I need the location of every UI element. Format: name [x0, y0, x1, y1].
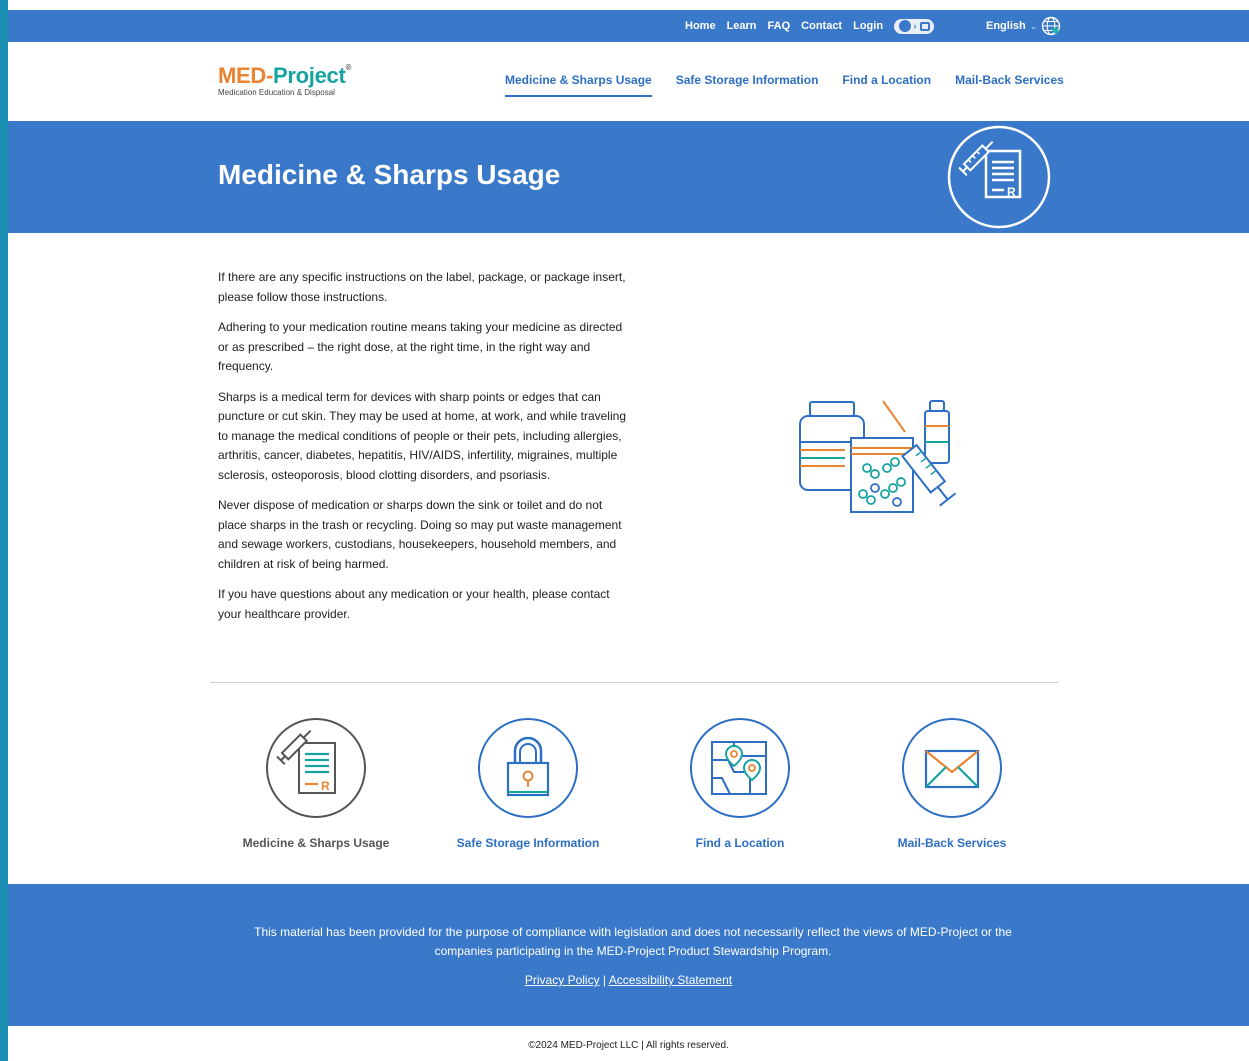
nav-medicine-sharps-usage[interactable]: Medicine & Sharps Usage [505, 73, 652, 97]
utility-nav: Home Learn FAQ Contact Login › [685, 10, 935, 42]
utility-link-home[interactable]: Home [685, 20, 716, 32]
nav-mail-back[interactable]: Mail-Back Services [955, 73, 1064, 97]
quick-links: R Medicine & Sharps Usage Safe Storage I… [210, 716, 1058, 856]
site-footer: This material has been provided for the … [8, 884, 1249, 1026]
main-content: If there are any specific instructions o… [218, 268, 630, 635]
site-header: MED-Project® Medication Education & Disp… [8, 42, 1249, 121]
nav-safe-storage[interactable]: Safe Storage Information [676, 73, 819, 97]
footer-disclaimer: This material has been provided for the … [254, 925, 1012, 958]
utility-link-login[interactable]: Login [853, 20, 883, 32]
footer-links: Privacy Policy | Accessibility Statement [8, 973, 1249, 987]
tile-label: Safe Storage Information [456, 836, 600, 850]
svg-text:R: R [321, 779, 330, 793]
page-title: Medicine & Sharps Usage [218, 159, 561, 190]
screen-icon [919, 21, 930, 31]
hero-banner: Medicine & Sharps Usage R [8, 121, 1249, 233]
main-nav: Medicine & Sharps Usage Safe Storage Inf… [505, 73, 1064, 97]
envelope-icon [902, 718, 1002, 818]
tile-mail-back[interactable]: Mail-Back Services [846, 716, 1058, 850]
svg-text:R: R [1007, 185, 1016, 199]
language-selector[interactable]: English ⌄ [986, 10, 1061, 42]
logo-subtitle: Medication Education & Disposal [218, 88, 335, 97]
syringe-prescription-icon: R [947, 125, 1051, 229]
tile-label: Find a Location [695, 836, 785, 850]
lock-icon [478, 718, 578, 818]
utility-link-learn[interactable]: Learn [727, 20, 757, 32]
logo-part-2: Project [273, 63, 346, 88]
utility-link-contact[interactable]: Contact [801, 20, 842, 32]
accessibility-person-icon [898, 20, 911, 32]
paragraph: Sharps is a medical term for devices wit… [218, 389, 626, 482]
paragraph: If you have questions about any medicati… [218, 587, 610, 621]
logo-wordmark: MED-Project® [218, 63, 351, 89]
chevron-right-icon: › [913, 21, 917, 31]
syringe-prescription-icon: R [266, 718, 366, 818]
tile-label: Mail-Back Services [897, 836, 1007, 850]
language-label: English [986, 20, 1026, 32]
section-divider [210, 682, 1058, 683]
tile-label: Medicine & Sharps Usage [242, 836, 390, 850]
paragraph: Adhering to your medication routine mean… [218, 320, 623, 373]
privacy-policy-link[interactable]: Privacy Policy [525, 973, 600, 987]
logo-part-1: MED- [218, 63, 274, 88]
copyright: ©2024 MED-Project LLC | All rights reser… [528, 1040, 729, 1051]
medications-illustration [799, 400, 957, 513]
utility-bar: Home Learn FAQ Contact Login › English ⌄ [8, 10, 1249, 42]
map-pin-icon [690, 718, 790, 818]
med-project-logo[interactable]: MED-Project® Medication Education & Disp… [218, 63, 351, 97]
paragraph: Never dispose of medication or sharps do… [218, 498, 622, 571]
accessibility-statement-link[interactable]: Accessibility Statement [609, 973, 732, 987]
tile-find-location[interactable]: Find a Location [634, 716, 846, 850]
paragraph: If there are any specific instructions o… [218, 270, 626, 304]
tile-safe-storage[interactable]: Safe Storage Information [422, 716, 634, 850]
utility-link-faq[interactable]: FAQ [768, 20, 791, 32]
globe-icon [1042, 16, 1061, 36]
tile-medicine-sharps-usage[interactable]: R Medicine & Sharps Usage [210, 716, 422, 850]
logo-registered: ® [345, 63, 352, 72]
nav-find-location[interactable]: Find a Location [842, 73, 931, 97]
chevron-down-icon: ⌄ [1029, 20, 1038, 31]
accessibility-toggle-icon[interactable]: › [894, 18, 935, 34]
footer-separator: | [602, 973, 607, 987]
